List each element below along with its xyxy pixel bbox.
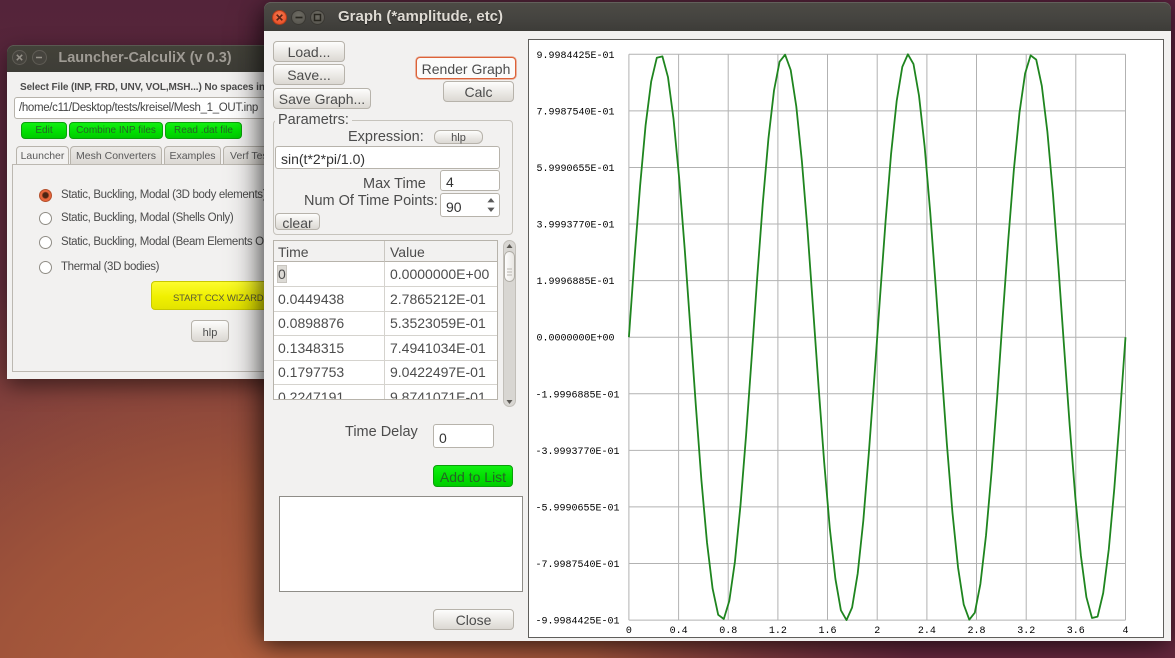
svg-text:0.8: 0.8 (719, 626, 737, 637)
svg-text:1.2: 1.2 (769, 626, 787, 637)
svg-text:4: 4 (1122, 626, 1128, 637)
svg-text:2.4: 2.4 (918, 626, 936, 637)
svg-text:0.4: 0.4 (670, 626, 688, 637)
svg-text:2.8: 2.8 (967, 626, 985, 637)
svg-text:7.9987540E-01: 7.9987540E-01 (537, 107, 615, 118)
svg-text:1.9996885E-01: 1.9996885E-01 (537, 277, 615, 288)
svg-text:-7.9987540E-01: -7.9987540E-01 (536, 560, 620, 571)
svg-text:-5.9990655E-01: -5.9990655E-01 (536, 503, 620, 514)
svg-text:5.9990655E-01: 5.9990655E-01 (537, 164, 615, 175)
svg-text:1.6: 1.6 (818, 626, 836, 637)
svg-text:3.9993770E-01: 3.9993770E-01 (537, 221, 615, 232)
svg-text:3.2: 3.2 (1017, 626, 1035, 637)
svg-text:2: 2 (874, 626, 880, 637)
svg-text:9.9984425E-01: 9.9984425E-01 (537, 51, 615, 62)
svg-text:0: 0 (626, 626, 632, 637)
svg-text:-3.9993770E-01: -3.9993770E-01 (536, 447, 620, 458)
svg-text:3.6: 3.6 (1067, 626, 1085, 637)
svg-text:-1.9996885E-01: -1.9996885E-01 (536, 390, 620, 401)
svg-text:-9.9984425E-01: -9.9984425E-01 (536, 617, 620, 628)
svg-text:0.0000000E+00: 0.0000000E+00 (537, 334, 615, 345)
